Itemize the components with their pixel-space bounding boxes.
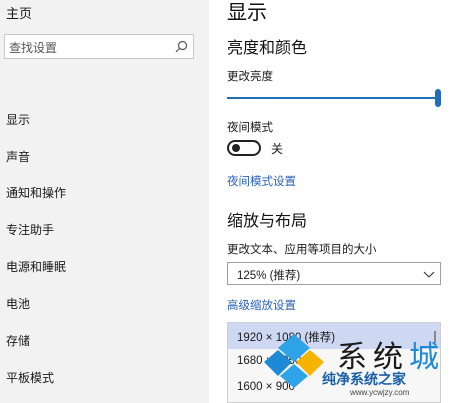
- sidebar-home[interactable]: 主页: [6, 3, 32, 22]
- night-mode-toggle[interactable]: [227, 140, 261, 156]
- watermark-url: www.ycwjzy.com: [350, 388, 410, 397]
- sidebar-item-storage[interactable]: 存储: [6, 332, 30, 349]
- brightness-section-heading: 亮度和颜色: [227, 40, 308, 57]
- watermark-subtitle: 纯净系统之家: [322, 371, 406, 387]
- sidebar-item-sound[interactable]: 声音: [6, 148, 30, 165]
- advanced-scale-link[interactable]: 高级缩放设置: [227, 297, 296, 313]
- sidebar-item-tablet-mode[interactable]: 平板模式: [6, 369, 54, 386]
- layout-section-heading: 缩放与布局: [227, 213, 308, 230]
- night-mode-settings-link[interactable]: 夜间模式设置: [227, 173, 296, 189]
- brightness-slider-track[interactable]: [227, 97, 439, 99]
- sidebar-item-display[interactable]: 显示: [6, 111, 30, 128]
- sidebar-item-notifications[interactable]: 通知和操作: [6, 184, 66, 201]
- search-input[interactable]: 查找设置: [4, 34, 194, 59]
- search-placeholder: 查找设置: [9, 41, 58, 55]
- night-mode-label: 夜间模式: [227, 122, 273, 134]
- settings-sidebar: 主页 查找设置 显示 声音 通知和操作 专注助手 电源和睡眠 电池 存储 平板模…: [0, 0, 209, 403]
- scale-select[interactable]: 125% (推荐): [227, 262, 441, 285]
- brightness-slider-thumb[interactable]: [435, 89, 441, 107]
- page-title: 显示: [227, 2, 267, 24]
- night-mode-state: 关: [271, 142, 284, 156]
- scale-label: 更改文本、应用等项目的大小: [227, 244, 377, 256]
- scale-value: 125% (推荐): [237, 270, 301, 282]
- watermark-logo-icon: [264, 334, 324, 388]
- sidebar-item-battery[interactable]: 电池: [6, 295, 30, 312]
- chevron-down-icon: [423, 271, 435, 278]
- search-icon: [175, 40, 188, 53]
- watermark-title-b: 城: [409, 340, 445, 375]
- sidebar-item-power-sleep[interactable]: 电源和睡眠: [6, 258, 66, 275]
- brightness-label: 更改亮度: [227, 71, 273, 83]
- watermark: 系统城 纯净系统之家 www.ycwjzy.com: [260, 322, 454, 403]
- toggle-knob: [232, 144, 240, 152]
- sidebar-item-focus-assist[interactable]: 专注助手: [6, 221, 54, 238]
